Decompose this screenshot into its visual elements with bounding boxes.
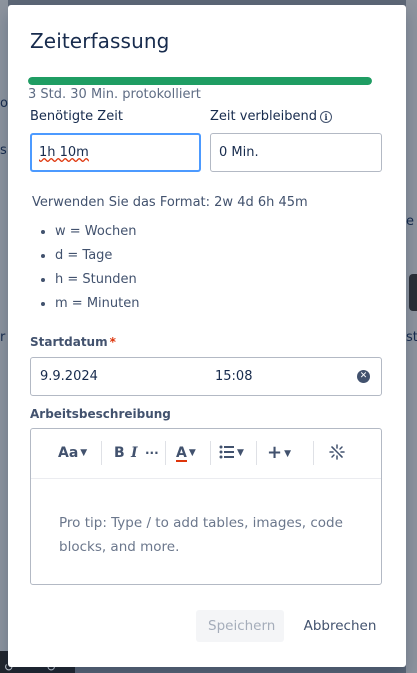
time-remaining-value: 0 Min. [219, 145, 259, 160]
background-text: st [406, 330, 417, 345]
toolbar-divider [101, 441, 102, 465]
more-formatting-button[interactable]: ··· [145, 444, 159, 462]
list-item: h = Stunden [55, 269, 139, 293]
start-date-value[interactable]: 9.9.2024 [40, 358, 98, 395]
text-style-button[interactable]: Aa ▼ [58, 444, 87, 462]
work-description-editor[interactable]: Aa ▼ B I ··· A ▼ ▼ + ▼ Pro tip: Type / t… [30, 428, 382, 585]
chevron-down-icon: ▼ [284, 449, 292, 459]
time-remaining-input[interactable]: 0 Min. [210, 133, 382, 172]
background-text: e [406, 214, 414, 229]
italic-button[interactable]: I [131, 444, 138, 462]
text-color-icon: A [176, 445, 187, 462]
toolbar-divider [313, 441, 314, 465]
background-text: r [0, 330, 6, 345]
start-date-label-text: Startdatum [30, 335, 108, 349]
toolbar-divider [210, 441, 211, 465]
bold-button[interactable]: B [114, 444, 125, 462]
list-item: d = Tage [55, 245, 139, 269]
bold-icon: B [114, 445, 125, 461]
toolbar-divider [256, 441, 257, 465]
start-date-label: Startdatum * [30, 335, 116, 349]
time-remaining-label: Zeit verbleibend i [210, 109, 332, 124]
info-icon[interactable]: i [320, 111, 332, 123]
cancel-button[interactable]: Abbrechen [290, 610, 390, 642]
logged-time-text: 3 Std. 30 Min. protokolliert [28, 87, 201, 102]
time-remaining-label-text: Zeit verbleibend [210, 109, 317, 124]
plus-icon: + [267, 442, 283, 463]
bullet-list-icon [219, 445, 234, 459]
required-marker: * [109, 335, 116, 349]
time-needed-value: 1h 10m [39, 145, 89, 160]
more-icon: ··· [145, 446, 159, 460]
time-progress-bar [28, 77, 372, 85]
chevron-down-icon: ▼ [237, 448, 244, 458]
list-item: m = Minuten [55, 293, 139, 317]
time-needed-input[interactable]: 1h 10m [30, 133, 201, 172]
background-text: o [0, 96, 8, 111]
dialog-title: Zeiterfassung [30, 29, 170, 53]
work-description-label: Arbeitsbeschreibung [30, 407, 171, 421]
start-time-value[interactable]: 15:08 [215, 358, 252, 395]
clear-formatting-icon [329, 444, 345, 460]
list-item: w = Wochen [55, 221, 139, 245]
background-dark-button [409, 274, 417, 311]
italic-icon: I [131, 445, 138, 461]
text-style-label: Aa [58, 445, 79, 461]
list-button[interactable]: ▼ [219, 444, 244, 462]
chevron-down-icon: ▼ [188, 448, 196, 458]
time-needed-label: Benötigte Zeit [30, 109, 123, 124]
unit-list: w = Wochen d = Tage h = Stunden m = Minu… [32, 221, 139, 317]
time-progress-fill [28, 77, 372, 85]
editor-toolbar: Aa ▼ B I ··· A ▼ ▼ + ▼ [31, 429, 381, 479]
editor-placeholder[interactable]: Pro tip: Type / to add tables, images, c… [59, 511, 349, 559]
toolbar-divider [165, 441, 166, 465]
start-date-input[interactable]: 9.9.2024 15:08 ✕ [30, 357, 382, 396]
format-hint: Verwenden Sie das Format: 2w 4d 6h 45m [32, 195, 308, 210]
background-text: s [0, 143, 7, 158]
clear-formatting-button[interactable] [329, 444, 345, 462]
insert-button[interactable]: + ▼ [267, 444, 291, 462]
save-button[interactable]: Speichern [196, 610, 284, 642]
time-tracking-dialog: Zeiterfassung 3 Std. 30 Min. protokollie… [8, 5, 406, 667]
clear-icon[interactable]: ✕ [357, 370, 370, 383]
chevron-down-icon: ▼ [80, 448, 88, 458]
text-color-button[interactable]: A ▼ [176, 444, 196, 462]
